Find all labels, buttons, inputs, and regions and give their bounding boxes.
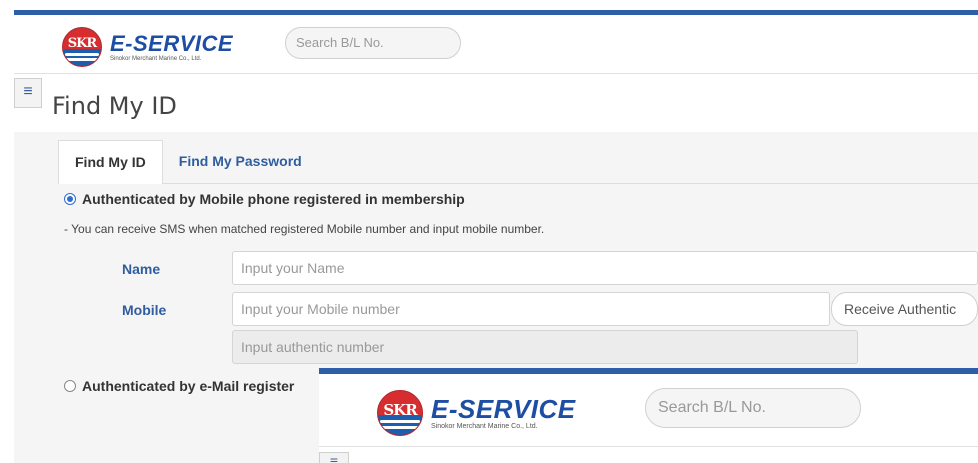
mobile-input[interactable]: Input your Mobile number bbox=[232, 292, 830, 326]
logo[interactable]: SKR E-SERVICE Sinokor Merchant Marine Co… bbox=[62, 27, 233, 67]
option-email[interactable]: Authenticated by e-Mail register bbox=[64, 378, 294, 394]
page-title: Find My ID bbox=[52, 92, 177, 120]
overlay-search-input[interactable]: Search B/L No. bbox=[645, 388, 861, 428]
radio-email[interactable] bbox=[64, 380, 76, 392]
name-label: Name bbox=[122, 261, 161, 277]
option-mobile[interactable]: Authenticated by Mobile phone registered… bbox=[64, 191, 465, 207]
overlay-logo-subtitle: Sinokor Merchant Marine Co., Ltd. bbox=[431, 423, 538, 430]
overlay-logo-title: E-SERVICE bbox=[431, 394, 576, 424]
header: SKR E-SERVICE Sinokor Merchant Marine Co… bbox=[14, 15, 978, 74]
option-mobile-label: Authenticated by Mobile phone registered… bbox=[82, 191, 465, 207]
search-input[interactable]: Search B/L No. bbox=[285, 27, 461, 59]
authentic-number-input[interactable]: Input authentic number bbox=[232, 330, 858, 364]
overlay-header-border bbox=[319, 446, 978, 447]
overlay-logo[interactable]: SKR E-SERVICE Sinokor Merchant Marine Co… bbox=[377, 390, 576, 436]
logo-title: E-SERVICE bbox=[110, 30, 234, 56]
mobile-note: - You can receive SMS when matched regis… bbox=[64, 222, 545, 236]
menu-toggle-icon[interactable]: ≡ bbox=[14, 78, 42, 108]
tab-bar: Find My ID Find My Password bbox=[58, 140, 318, 184]
receive-authentic-button[interactable]: Receive Authentic bbox=[831, 292, 978, 326]
tab-find-my-password[interactable]: Find My Password bbox=[163, 140, 318, 184]
radio-mobile[interactable] bbox=[64, 193, 76, 205]
logo-subtitle: Sinokor Merchant Marine Co., Ltd. bbox=[110, 55, 202, 62]
overlay-skr-logo-icon: SKR bbox=[377, 390, 423, 436]
mobile-label: Mobile bbox=[122, 302, 167, 318]
tab-find-my-id[interactable]: Find My ID bbox=[58, 140, 163, 184]
overlay-accent-bar bbox=[319, 368, 978, 374]
skr-logo-icon: SKR bbox=[62, 27, 102, 67]
option-email-label: Authenticated by e-Mail register bbox=[82, 378, 295, 394]
name-input[interactable]: Input your Name bbox=[232, 251, 978, 285]
overlay-menu-toggle-icon[interactable]: ≡ bbox=[319, 452, 349, 463]
overlay-screenshot: SKR E-SERVICE Sinokor Merchant Marine Co… bbox=[319, 368, 978, 463]
